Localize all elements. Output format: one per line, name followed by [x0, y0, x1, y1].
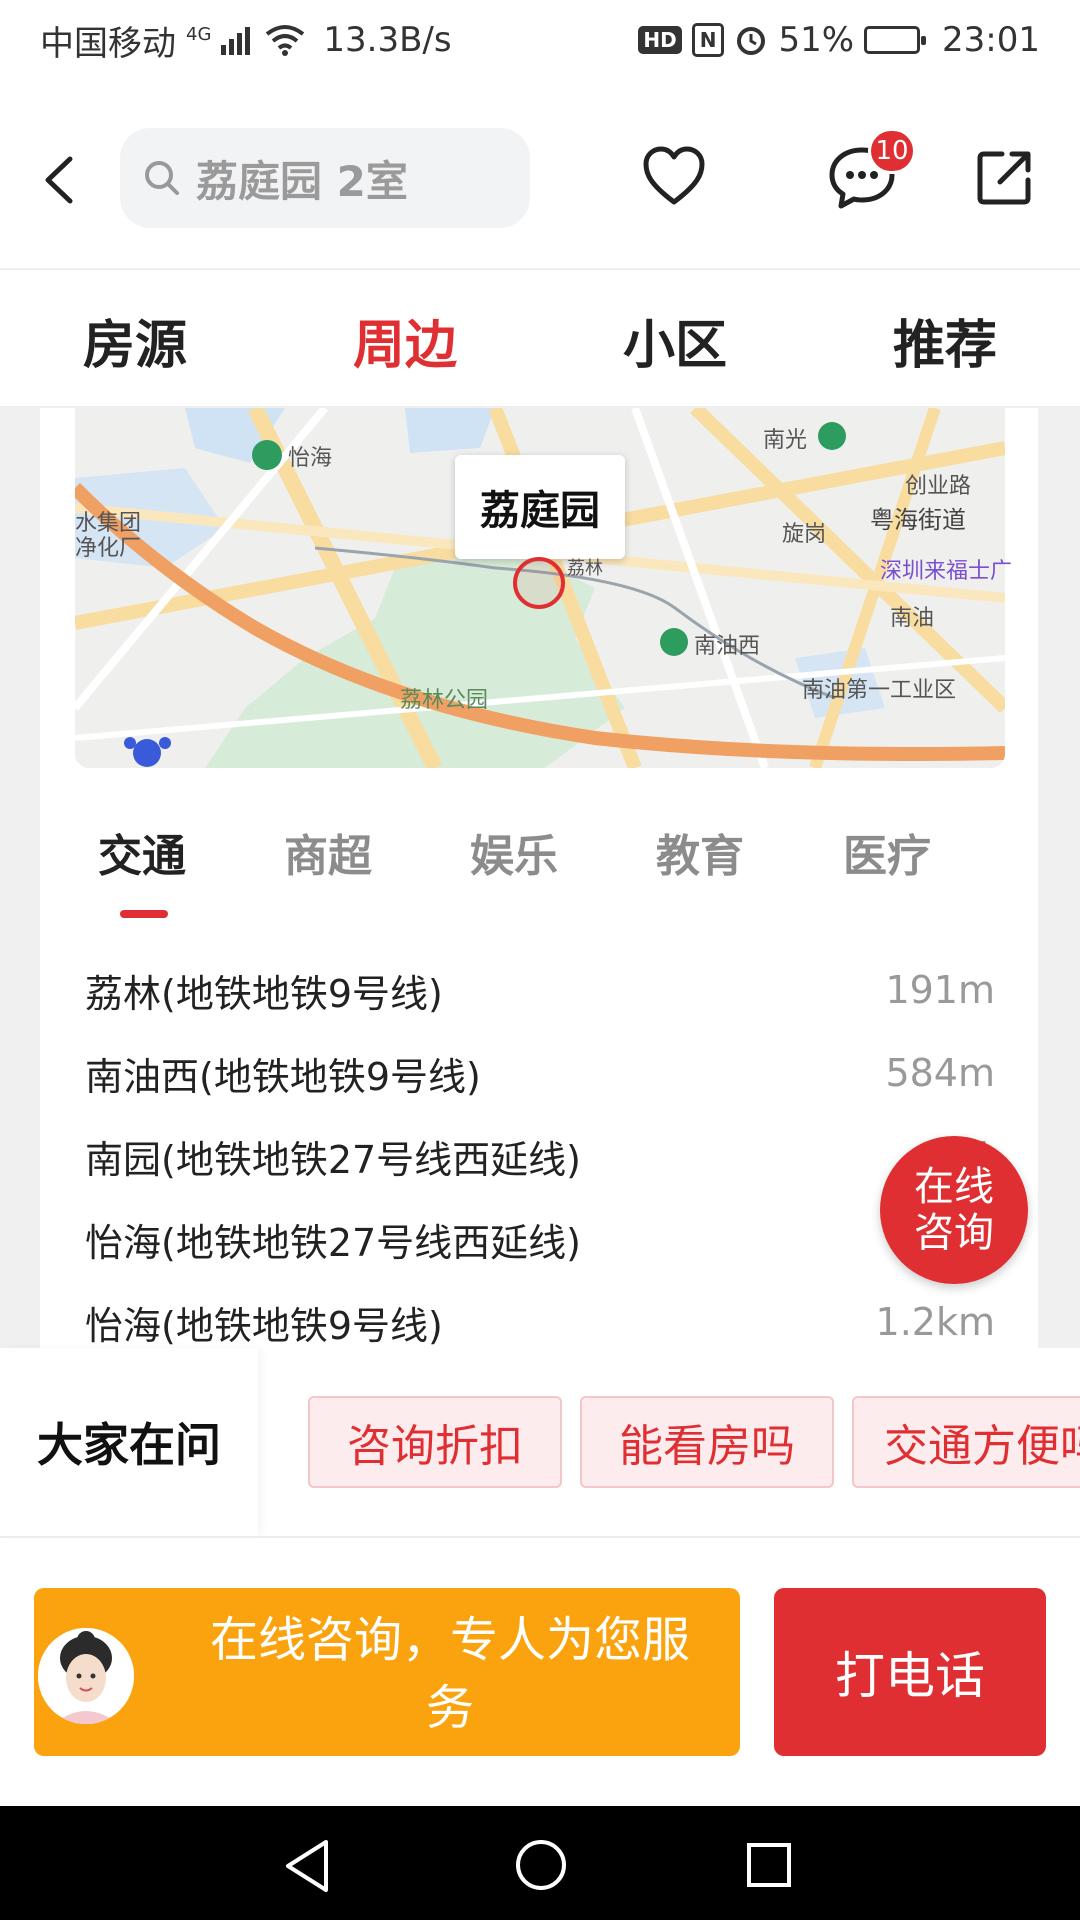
status-bar: 中国移动 4G 13.3B/s HD N 51% 23:01: [0, 0, 1080, 80]
battery-percent: 51%: [778, 20, 855, 60]
tab-medical[interactable]: 医疗: [843, 820, 931, 884]
nav-back-icon[interactable]: [282, 1838, 332, 1894]
faq-chip[interactable]: 交通方便吗: [852, 1396, 1080, 1488]
list-item[interactable]: 南油西(地铁地铁9号线) 584m: [85, 1043, 995, 1103]
station-name: 怡海(地铁地铁9号线): [85, 1303, 443, 1348]
station-name: 南油西(地铁地铁9号线): [85, 1054, 481, 1099]
wifi-icon: [266, 25, 305, 56]
station-name: 荔林(地铁地铁9号线): [85, 971, 443, 1016]
list-item[interactable]: 南园(地铁地铁27号线西延线) 1: [85, 1126, 995, 1186]
search-text: 荔庭园 2室: [196, 156, 408, 206]
map-callout-community[interactable]: 荔庭园: [455, 455, 625, 559]
list-item[interactable]: 怡海(地铁地铁9号线) 1.2km: [85, 1292, 995, 1352]
nav-home-icon[interactable]: [514, 1838, 568, 1892]
map-label: 创业路: [905, 474, 972, 499]
station-name: 南园(地铁地铁27号线西延线): [85, 1137, 582, 1182]
metro-station-icon: [252, 440, 282, 470]
list-item[interactable]: 荔林(地铁地铁9号线) 191m: [85, 960, 995, 1020]
station-distance: 1.2km: [875, 1300, 995, 1344]
tab-education[interactable]: 教育: [656, 820, 744, 884]
active-tab-indicator: [120, 910, 168, 918]
metro-station-icon: [818, 422, 846, 450]
station-distance: 191m: [885, 968, 995, 1012]
carrier-label: 中国移动: [40, 23, 176, 64]
net-speed: 13.3B/s: [323, 20, 452, 60]
map-label: 粤海街道: [870, 506, 966, 534]
favorite-heart-icon[interactable]: [642, 146, 706, 208]
tab-shopping[interactable]: 商超: [284, 820, 372, 884]
tab-transport[interactable]: 交通: [98, 820, 186, 884]
alarm-icon: [737, 27, 766, 55]
map-label: 南油西: [694, 634, 761, 659]
map-label: 南油第一工业区: [802, 678, 957, 703]
message-badge: 10: [868, 128, 916, 174]
divider: [0, 268, 1080, 270]
share-icon[interactable]: [976, 148, 1034, 206]
system-nav-bar: [0, 1806, 1080, 1920]
faq-chip[interactable]: 咨询折扣: [308, 1396, 562, 1488]
back-icon[interactable]: [38, 155, 82, 205]
tab-recommend[interactable]: 推荐: [810, 303, 1080, 378]
divider: [0, 1536, 1080, 1538]
floating-consult-line2: 咨询: [914, 1210, 994, 1256]
floating-consult-button[interactable]: 在线 咨询: [880, 1136, 1028, 1284]
map-label: 净化厂: [75, 536, 142, 561]
category-tabs: 交通 商超 娱乐 教育 医疗: [40, 820, 1038, 910]
hd-icon: HD: [638, 26, 682, 54]
map-label: 旋岗: [782, 522, 827, 547]
map-label: 怡海: [288, 446, 333, 471]
nav-recents-icon[interactable]: [746, 1842, 792, 1888]
map-label: 荔林公园: [400, 688, 489, 713]
search-icon: [145, 161, 179, 195]
metro-station-icon: [660, 628, 688, 656]
main-tabs: 房源 周边 小区 推荐: [0, 272, 1080, 408]
search-input[interactable]: 荔庭园 2室: [120, 128, 530, 228]
station-name: 怡海(地铁地铁27号线西延线): [85, 1220, 582, 1265]
faq-chip[interactable]: 能看房吗: [580, 1396, 834, 1488]
station-distance: 584m: [885, 1051, 995, 1095]
consult-line1: 在线咨询，专人为您服: [209, 1612, 690, 1668]
signal-icon: [221, 27, 251, 55]
map-label: 深圳来福士广: [880, 559, 1013, 584]
tab-community[interactable]: 小区: [540, 303, 810, 378]
tab-surroundings[interactable]: 周边: [270, 303, 540, 378]
clock: 23:01: [942, 20, 1040, 60]
top-bar: 荔庭园 2室 10: [0, 100, 1080, 260]
map-label: 荔林: [567, 558, 603, 579]
network-type: 4G: [186, 23, 212, 45]
location-pin-icon: [513, 557, 565, 609]
call-button[interactable]: 打电话: [774, 1588, 1046, 1756]
map-label: 南油: [890, 606, 935, 631]
tab-listing[interactable]: 房源: [0, 303, 270, 378]
tab-entertainment[interactable]: 娱乐: [470, 820, 558, 884]
floating-consult-line1: 在线: [914, 1164, 994, 1210]
battery-icon: [864, 26, 927, 54]
consult-button-label: 在线咨询，专人为您服 务: [170, 1606, 730, 1742]
map-label: 南光: [763, 428, 808, 453]
consult-line2: 务: [425, 1680, 474, 1736]
list-item[interactable]: 怡海(地铁地铁27号线西延线): [85, 1209, 995, 1269]
faq-label: 大家在问: [0, 1348, 258, 1536]
agent-avatar: [38, 1628, 134, 1724]
nfc-icon: N: [691, 23, 725, 57]
